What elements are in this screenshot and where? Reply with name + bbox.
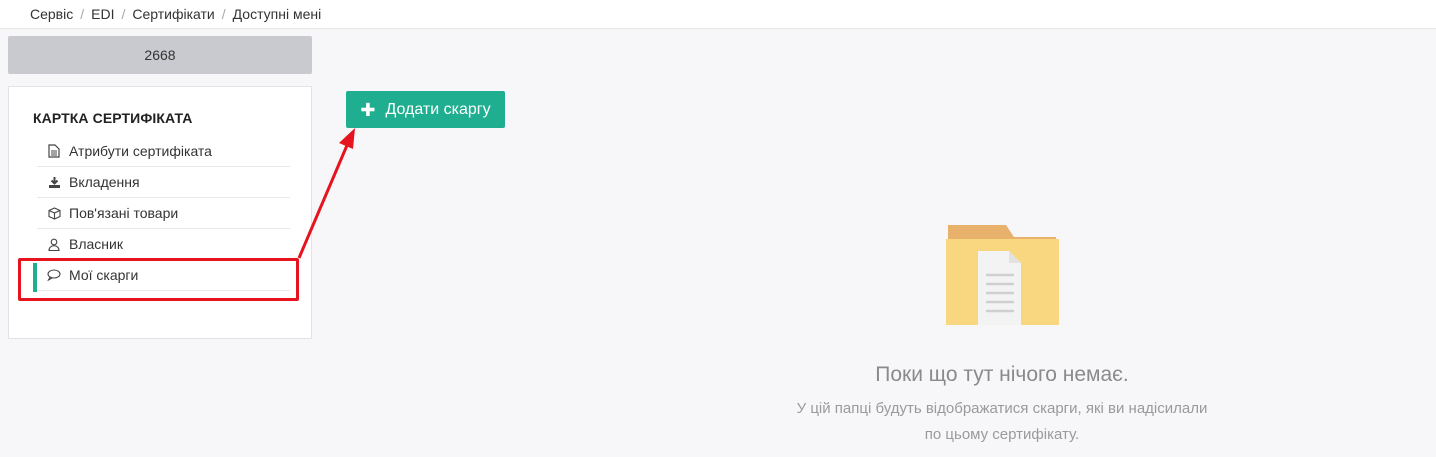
plus-icon: ✚	[360, 99, 376, 120]
menu-item-related-goods[interactable]: Пов'язані товари	[37, 198, 290, 229]
breadcrumb: Сервіс / EDI / Сертифікати / Доступні ме…	[0, 0, 1436, 29]
empty-state-title: Поки що тут нічого немає.	[875, 363, 1129, 386]
breadcrumb-separator: /	[121, 6, 126, 22]
card-title: КАРТКА СЕРТИФІКАТА	[33, 110, 193, 126]
certificate-card: КАРТКА СЕРТИФІКАТА Атрибути сертифіката …	[8, 86, 312, 339]
empty-state-description: У цій папці будуть відображатися скарги,…	[752, 396, 1252, 448]
breadcrumb-edi[interactable]: EDI	[91, 6, 114, 22]
breadcrumb-separator: /	[80, 6, 85, 22]
annotation-highlight-box	[18, 258, 299, 301]
document-icon	[47, 144, 61, 158]
menu-item-label: Атрибути сертифіката	[69, 143, 212, 159]
menu-item-label: Власник	[69, 236, 123, 252]
box-icon	[47, 206, 61, 220]
menu-item-owner[interactable]: Власник	[37, 229, 290, 260]
add-complaint-button[interactable]: ✚ Додати скаргу	[346, 91, 505, 128]
empty-state-description-line2: по цьому сертифікату.	[924, 426, 1080, 443]
empty-folder-icon	[946, 225, 1059, 325]
menu-item-attachments[interactable]: Вкладення	[37, 167, 290, 198]
menu-item-label: Пов'язані товари	[69, 205, 179, 221]
breadcrumb-available[interactable]: Доступні мені	[233, 6, 322, 22]
breadcrumb-separator: /	[221, 6, 226, 22]
empty-state-description-line1: У цій папці будуть відображатися скарги,…	[796, 400, 1208, 417]
breadcrumb-certificates[interactable]: Сертифікати	[132, 6, 214, 22]
download-icon	[47, 175, 61, 189]
certificate-number: 2668	[8, 36, 312, 74]
menu-item-attributes[interactable]: Атрибути сертифіката	[37, 136, 290, 167]
add-complaint-label: Додати скаргу	[385, 100, 491, 118]
user-icon	[47, 237, 61, 251]
menu-item-label: Вкладення	[69, 174, 140, 190]
breadcrumb-service[interactable]: Сервіс	[30, 6, 73, 22]
